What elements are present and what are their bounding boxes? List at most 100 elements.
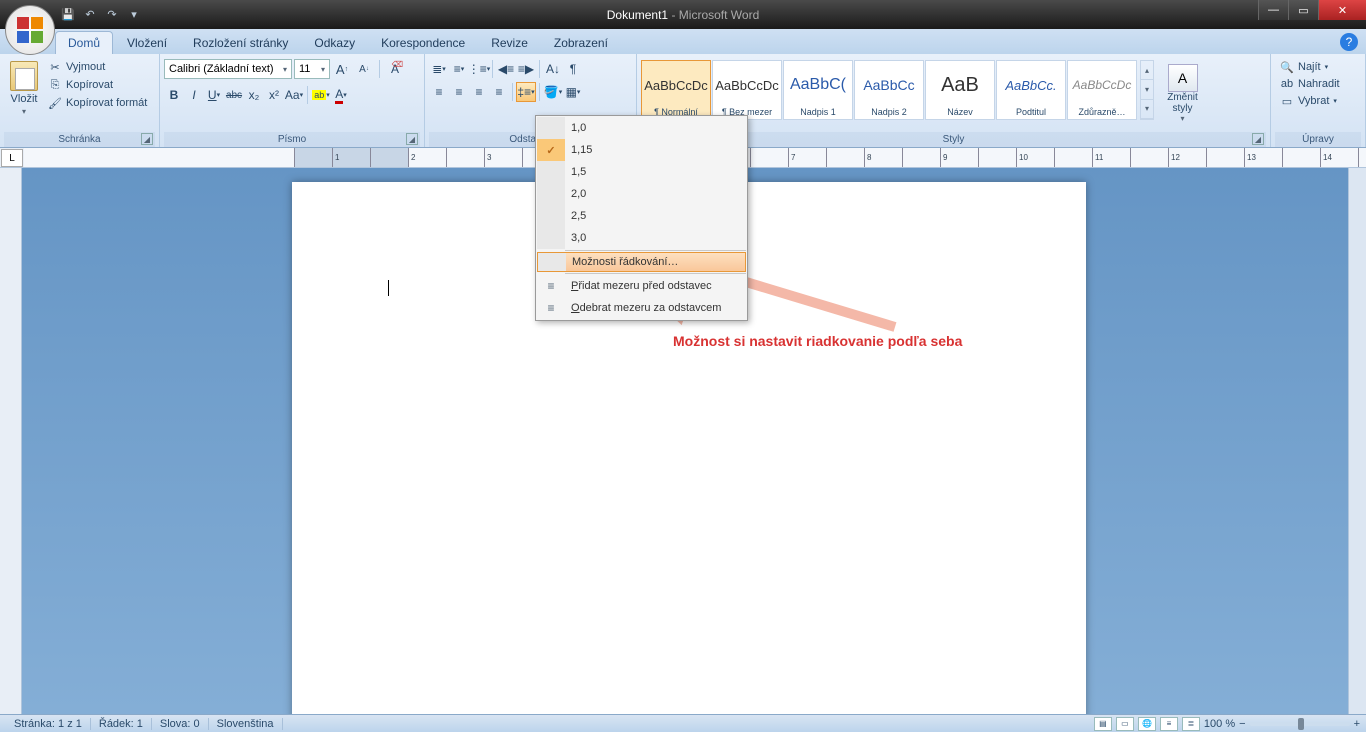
font-name-combo[interactable]: Calibri (Základní text)▾ bbox=[164, 59, 292, 79]
maximize-button[interactable]: ▭ bbox=[1288, 0, 1318, 20]
underline-button[interactable]: U▾ bbox=[204, 85, 224, 105]
increase-indent-button[interactable]: ≡▶ bbox=[516, 59, 536, 79]
qat-more-icon[interactable]: ▾ bbox=[126, 7, 142, 23]
replace-button[interactable]: abNahradit bbox=[1279, 76, 1357, 92]
align-center-button[interactable]: ≡ bbox=[449, 82, 469, 102]
show-marks-button[interactable]: ¶ bbox=[563, 59, 583, 79]
copy-button[interactable]: ⎘Kopírovat bbox=[46, 77, 149, 93]
undo-icon[interactable]: ↶ bbox=[82, 7, 98, 23]
spacing-2-5[interactable]: 2,5 bbox=[537, 205, 746, 227]
change-styles-icon: A bbox=[1168, 64, 1198, 92]
view-full-screen[interactable]: ▭ bbox=[1116, 717, 1134, 731]
more-styles-icon[interactable]: ▾ bbox=[1141, 100, 1153, 119]
line-spacing-menu: 1,0 ✓1,15 1,5 2,0 2,5 3,0 Možnosti řádko… bbox=[535, 115, 748, 321]
replace-icon: ab bbox=[1280, 77, 1294, 91]
strike-button[interactable]: abc bbox=[224, 85, 244, 105]
font-dialog-launcher[interactable]: ◢ bbox=[406, 133, 418, 145]
style-item-5[interactable]: AaBbCc.Podtitul bbox=[996, 60, 1066, 120]
tab-insert[interactable]: Vložení bbox=[115, 32, 179, 54]
close-button[interactable]: ✕ bbox=[1318, 0, 1366, 20]
spacing-2-0[interactable]: 2,0 bbox=[537, 183, 746, 205]
line-spacing-button[interactable]: ‡≡▾ bbox=[516, 82, 536, 102]
style-item-6[interactable]: AaBbCcDcZdůrazně… bbox=[1067, 60, 1137, 120]
view-draft[interactable]: ≣ bbox=[1182, 717, 1200, 731]
style-item-4[interactable]: AaBNázev bbox=[925, 60, 995, 120]
superscript-button[interactable]: x² bbox=[264, 85, 284, 105]
spacing-1-5[interactable]: 1,5 bbox=[537, 161, 746, 183]
highlight-button[interactable]: ab▾ bbox=[311, 85, 331, 105]
chevron-down-icon[interactable]: ▾ bbox=[1141, 80, 1153, 99]
spacing-1-0[interactable]: 1,0 bbox=[537, 117, 746, 139]
grow-font-button[interactable]: A↑ bbox=[332, 59, 352, 79]
view-print-layout[interactable]: ▤ bbox=[1094, 717, 1112, 731]
styles-dialog-launcher[interactable]: ◢ bbox=[1252, 133, 1264, 145]
style-item-3[interactable]: AaBbCcNadpis 2 bbox=[854, 60, 924, 120]
view-outline[interactable]: ≡ bbox=[1160, 717, 1178, 731]
zoom-level[interactable]: 100 % bbox=[1204, 718, 1235, 730]
clear-format-button[interactable]: A⌫ bbox=[385, 59, 405, 79]
change-case-button[interactable]: Aa▾ bbox=[284, 85, 304, 105]
select-button[interactable]: ▭Vybrat ▾ bbox=[1279, 93, 1357, 109]
font-color-button[interactable]: A▾ bbox=[331, 85, 351, 105]
status-words[interactable]: Slova: 0 bbox=[152, 718, 209, 730]
tab-mail[interactable]: Korespondence bbox=[369, 32, 477, 54]
cut-button[interactable]: ✂Vyjmout bbox=[46, 59, 149, 75]
titlebar: 💾 ↶ ↷ ▾ Dokument1 - Microsoft Word — ▭ ✕ bbox=[0, 0, 1366, 29]
status-bar: Stránka: 1 z 1 Řádek: 1 Slova: 0 Slovenš… bbox=[0, 714, 1366, 732]
tab-review[interactable]: Revize bbox=[479, 32, 540, 54]
group-clipboard: Vložit ▾ ✂Vyjmout ⎘Kopírovat 🖌Kopírovat … bbox=[0, 54, 160, 147]
justify-button[interactable]: ≡ bbox=[489, 82, 509, 102]
paste-button[interactable]: Vložit ▾ bbox=[4, 57, 44, 132]
clipboard-dialog-launcher[interactable]: ◢ bbox=[141, 133, 153, 145]
vertical-scrollbar[interactable] bbox=[1348, 168, 1366, 714]
spacing-options[interactable]: Možnosti řádkování… bbox=[537, 252, 746, 272]
help-icon[interactable]: ? bbox=[1340, 33, 1358, 51]
status-line[interactable]: Řádek: 1 bbox=[91, 718, 152, 730]
zoom-out-button[interactable]: − bbox=[1239, 718, 1245, 730]
vertical-ruler[interactable] bbox=[0, 168, 22, 714]
format-painter-button[interactable]: 🖌Kopírovat formát bbox=[46, 95, 149, 111]
style-item-0[interactable]: AaBbCcDc¶ Normální bbox=[641, 60, 711, 120]
office-button[interactable] bbox=[5, 5, 55, 55]
tab-selector[interactable]: L bbox=[1, 149, 23, 167]
styles-gallery-scroll[interactable]: ▴ ▾ ▾ bbox=[1140, 60, 1154, 120]
bold-button[interactable]: B bbox=[164, 85, 184, 105]
multilevel-button[interactable]: ⋮≡▾ bbox=[469, 59, 489, 79]
tab-references[interactable]: Odkazy bbox=[302, 32, 367, 54]
bullets-button[interactable]: ≣▾ bbox=[429, 59, 449, 79]
zoom-in-button[interactable]: + bbox=[1354, 718, 1360, 730]
add-space-before[interactable]: ≡Přidat mezeru před odstavec bbox=[537, 275, 746, 297]
tab-view[interactable]: Zobrazení bbox=[542, 32, 620, 54]
status-page[interactable]: Stránka: 1 z 1 bbox=[6, 718, 91, 730]
tab-home[interactable]: Domů bbox=[55, 31, 113, 54]
save-icon[interactable]: 💾 bbox=[60, 7, 76, 23]
subscript-button[interactable]: x₂ bbox=[244, 85, 264, 105]
zoom-slider[interactable] bbox=[1250, 722, 1350, 726]
group-label-font: Písmo◢ bbox=[164, 132, 420, 147]
view-web[interactable]: 🌐 bbox=[1138, 717, 1156, 731]
paste-icon bbox=[10, 61, 38, 91]
status-language[interactable]: Slovenština bbox=[209, 718, 283, 730]
italic-button[interactable]: I bbox=[184, 85, 204, 105]
minimize-button[interactable]: — bbox=[1258, 0, 1288, 20]
borders-button[interactable]: ▦▾ bbox=[563, 82, 583, 102]
font-size-combo[interactable]: 11▾ bbox=[294, 59, 330, 79]
sort-button[interactable]: A↓ bbox=[543, 59, 563, 79]
change-styles-button[interactable]: A Změnit styly ▾ bbox=[1160, 60, 1205, 123]
align-right-button[interactable]: ≡ bbox=[469, 82, 489, 102]
redo-icon[interactable]: ↷ bbox=[104, 7, 120, 23]
shading-button[interactable]: 🪣▾ bbox=[543, 82, 563, 102]
chevron-up-icon[interactable]: ▴ bbox=[1141, 61, 1153, 80]
numbering-button[interactable]: ≡▾ bbox=[449, 59, 469, 79]
tab-layout[interactable]: Rozložení stránky bbox=[181, 32, 300, 54]
shrink-font-button[interactable]: A↓ bbox=[354, 59, 374, 79]
spacing-1-15[interactable]: ✓1,15 bbox=[537, 139, 746, 161]
find-button[interactable]: 🔍Najít ▾ bbox=[1279, 59, 1357, 75]
decrease-indent-button[interactable]: ◀≡ bbox=[496, 59, 516, 79]
style-item-2[interactable]: AaBbC(Nadpis 1 bbox=[783, 60, 853, 120]
spacing-3-0[interactable]: 3,0 bbox=[537, 227, 746, 249]
style-item-1[interactable]: AaBbCcDc¶ Bez mezer bbox=[712, 60, 782, 120]
align-left-button[interactable]: ≡ bbox=[429, 82, 449, 102]
space-before-icon: ≡ bbox=[537, 279, 565, 293]
remove-space-after[interactable]: ≡Odebrat mezeru za odstavcem bbox=[537, 297, 746, 319]
